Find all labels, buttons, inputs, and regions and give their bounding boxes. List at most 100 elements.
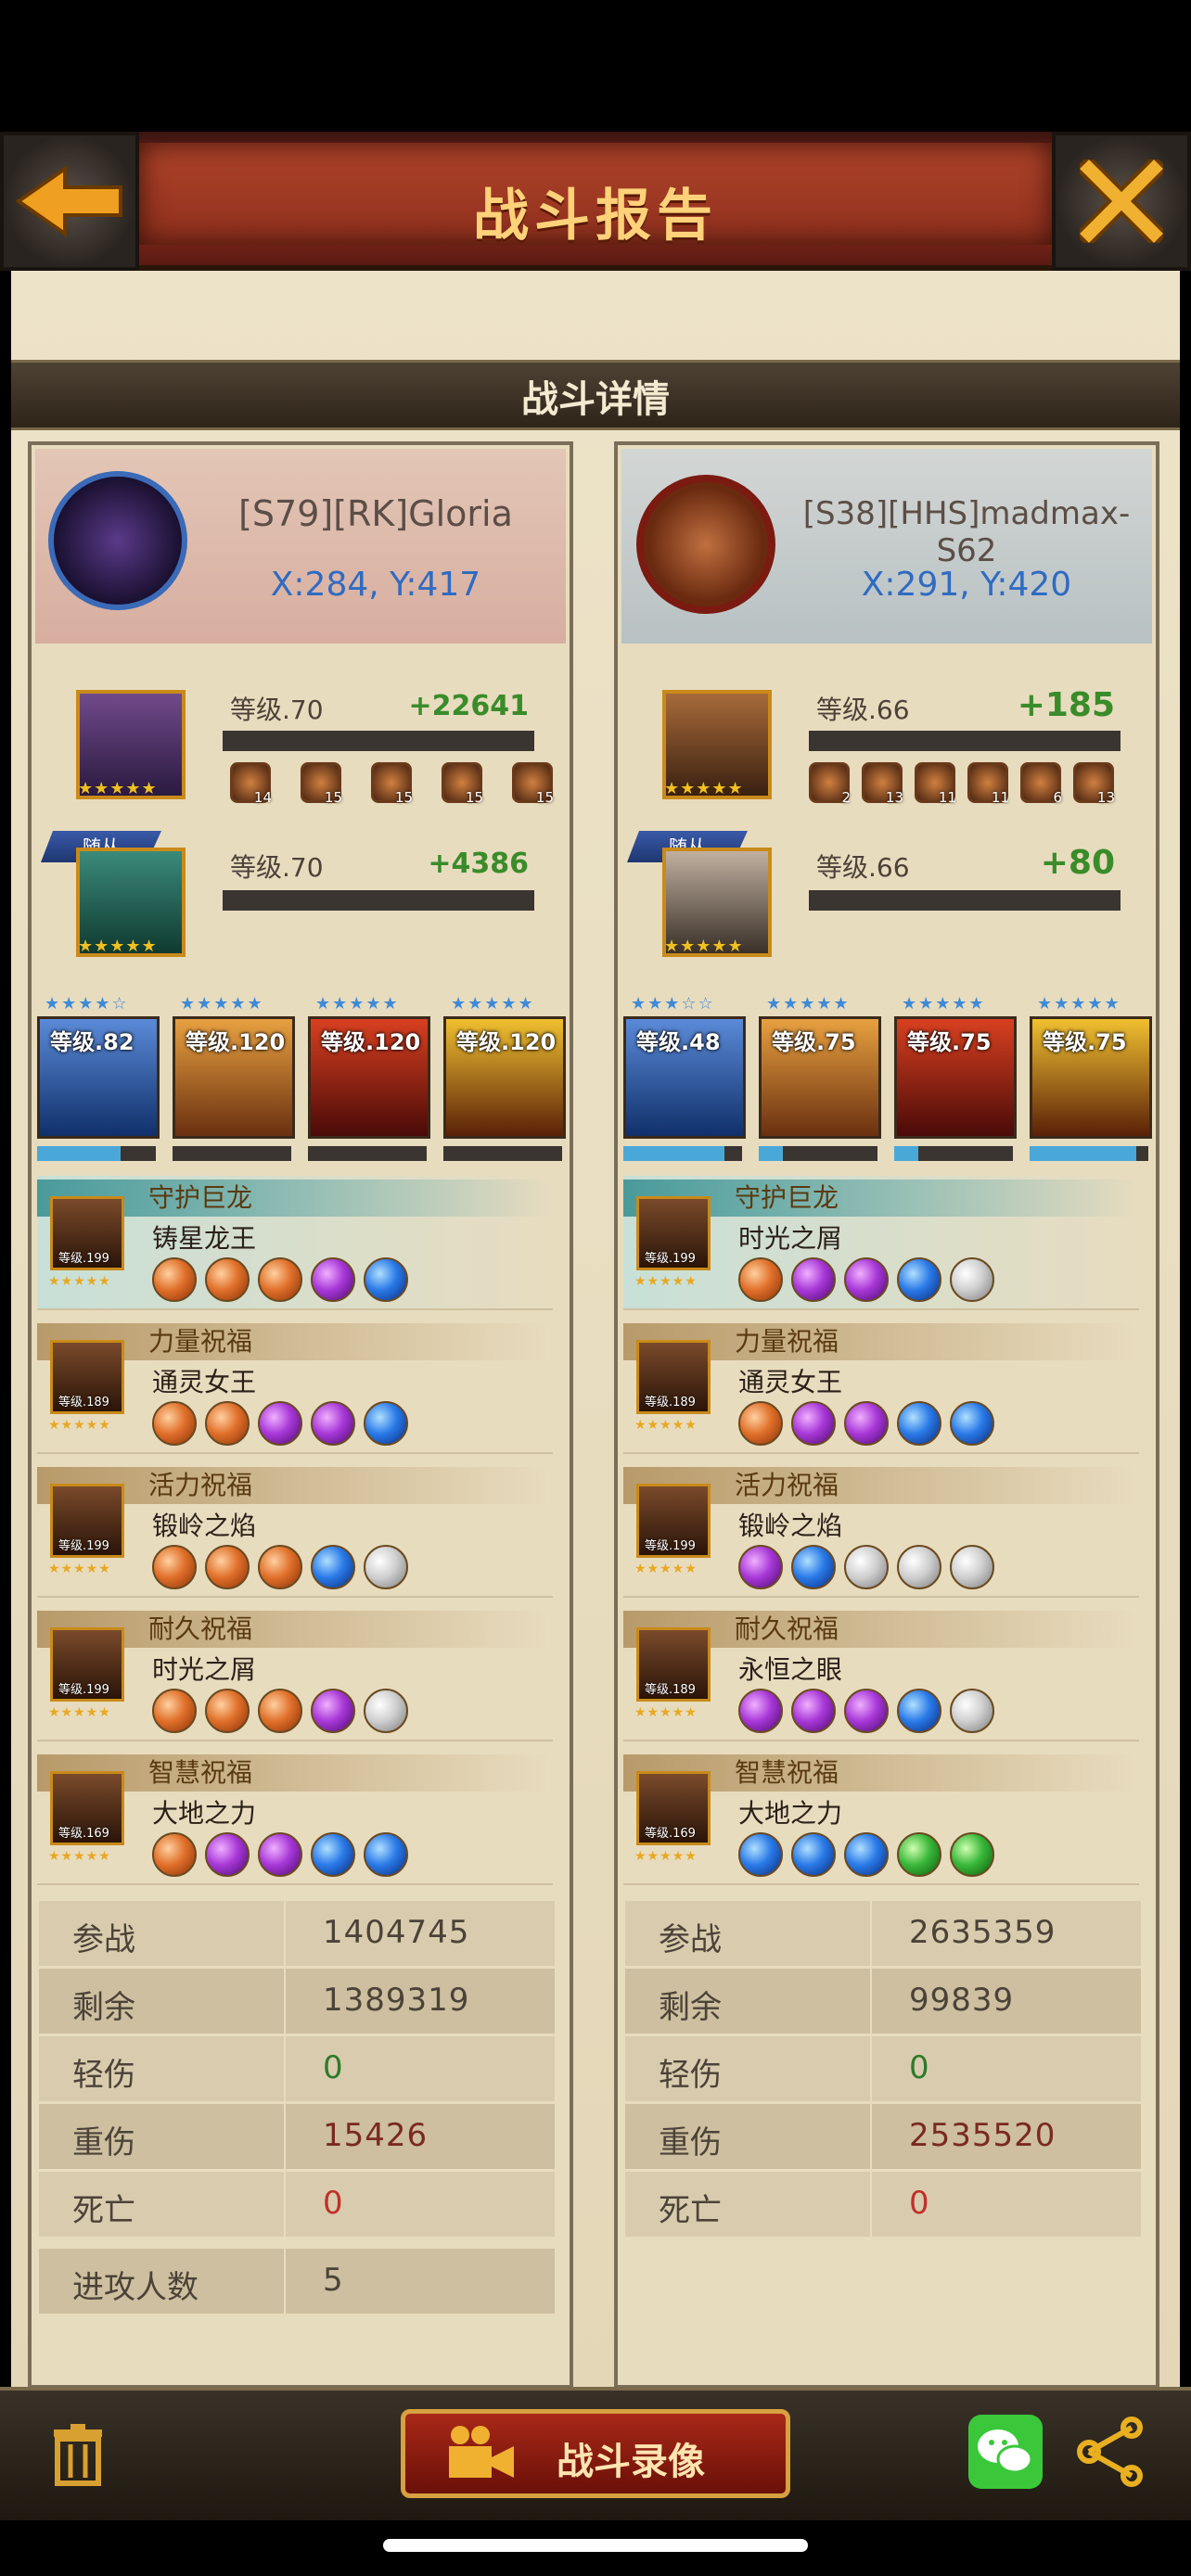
equipment-slot[interactable]: 2: [809, 762, 851, 806]
dragon-portrait[interactable]: 等级.189: [636, 1340, 711, 1414]
equipment-slot[interactable]: 15: [301, 762, 342, 806]
gem-slot[interactable]: [738, 1832, 783, 1877]
gem-slot[interactable]: [791, 1257, 836, 1302]
gem-slot[interactable]: [844, 1401, 889, 1446]
gem-slot[interactable]: [152, 1545, 197, 1589]
equipment-slot[interactable]: 13: [1073, 762, 1115, 806]
gem-slot[interactable]: [844, 1257, 889, 1302]
gem-slot[interactable]: [152, 1832, 197, 1877]
equipment-slot[interactable]: 11: [967, 762, 1009, 806]
troop-level: 等级.75: [772, 1029, 856, 1055]
gem-slot[interactable]: [258, 1257, 302, 1302]
equipment-slot[interactable]: 14: [230, 762, 272, 806]
dragon-portrait[interactable]: 等级.169: [50, 1771, 124, 1845]
troop-exp-bar: [37, 1146, 156, 1161]
stat-value: 2635359: [909, 1914, 1057, 1951]
equipment-slot[interactable]: 13: [862, 762, 903, 806]
home-indicator[interactable]: [383, 2539, 808, 2552]
attacker-coords[interactable]: X:284, Y:417: [213, 566, 538, 604]
gem-slot[interactable]: [897, 1401, 941, 1446]
gem-slot[interactable]: [844, 1545, 889, 1589]
gem-slot[interactable]: [258, 1832, 302, 1877]
wechat-share-button[interactable]: [968, 2415, 1043, 2489]
gem-slot[interactable]: [311, 1257, 355, 1302]
dragon-portrait[interactable]: 等级.189: [636, 1627, 711, 1702]
equipment-slot[interactable]: 11: [915, 762, 956, 806]
equipment-level: 15: [324, 789, 342, 806]
gem-slot[interactable]: [364, 1832, 408, 1877]
dragon-stars: ★★★★★: [48, 1274, 111, 1289]
attacker-avatar[interactable]: [48, 471, 187, 610]
dragon-level: 等级.199: [58, 1683, 109, 1697]
gem-slot[interactable]: [950, 1545, 994, 1589]
defender-coords[interactable]: X:291, Y:420: [790, 566, 1143, 604]
stat-label: 进攻人数: [72, 2269, 198, 2306]
gem-slot[interactable]: [258, 1689, 302, 1733]
gem-slot[interactable]: [897, 1545, 941, 1589]
gem-slot[interactable]: [152, 1257, 197, 1302]
attacker-hero-exp-gain: +22641: [408, 690, 529, 722]
equipment-slot[interactable]: 15: [442, 762, 483, 806]
equipment-level: 15: [465, 789, 483, 806]
gem-slot[interactable]: [950, 1401, 994, 1446]
dragon-portrait[interactable]: 等级.199: [50, 1627, 124, 1702]
gem-slot[interactable]: [738, 1689, 783, 1733]
gem-slot[interactable]: [897, 1257, 941, 1302]
troop-exp-bar: [623, 1146, 742, 1161]
dragon-level: 等级.189: [645, 1396, 696, 1409]
share-button[interactable]: [1076, 2417, 1146, 2491]
gem-slot[interactable]: [950, 1689, 994, 1733]
gem-slot[interactable]: [950, 1257, 994, 1302]
delete-button[interactable]: [50, 2422, 106, 2491]
gem-slot[interactable]: [258, 1401, 302, 1446]
gem-slot[interactable]: [738, 1257, 783, 1302]
equipment-slot[interactable]: 15: [512, 762, 554, 806]
gem-slot[interactable]: [364, 1689, 408, 1733]
gem-slot[interactable]: [738, 1545, 783, 1589]
gem-slot[interactable]: [950, 1832, 994, 1877]
dragon-level: 等级.189: [58, 1396, 109, 1409]
gem-slot[interactable]: [364, 1257, 408, 1302]
gem-slot[interactable]: [205, 1257, 250, 1302]
dragon-name: 铸星龙王: [152, 1223, 257, 1254]
gem-slot[interactable]: [897, 1832, 941, 1877]
gem-slot[interactable]: [791, 1689, 836, 1733]
gem-slot[interactable]: [205, 1401, 250, 1446]
gem-slot[interactable]: [844, 1832, 889, 1877]
dragon-portrait[interactable]: 等级.169: [636, 1771, 711, 1845]
dragon-portrait[interactable]: 等级.199: [50, 1484, 124, 1558]
gem-slot[interactable]: [311, 1545, 355, 1589]
dragon-name: 永恒之眼: [738, 1654, 843, 1685]
troop-level: 等级.120: [186, 1029, 286, 1055]
gem-slot[interactable]: [364, 1401, 408, 1446]
defender-avatar[interactable]: [636, 475, 775, 614]
stat-label: 死亡: [659, 2192, 722, 2229]
gem-slot[interactable]: [311, 1832, 355, 1877]
attacker-follower-stars: ★★★★★: [78, 937, 158, 956]
dragon-portrait[interactable]: 等级.189: [50, 1340, 124, 1414]
equipment-slot[interactable]: 6: [1020, 762, 1062, 806]
gem-slot[interactable]: [205, 1545, 250, 1589]
gem-slot[interactable]: [152, 1689, 197, 1733]
gem-slot[interactable]: [738, 1401, 783, 1446]
gem-slot[interactable]: [152, 1401, 197, 1446]
gem-slot[interactable]: [205, 1832, 250, 1877]
gem-slot[interactable]: [791, 1832, 836, 1877]
gem-slot[interactable]: [364, 1545, 408, 1589]
gem-slot[interactable]: [791, 1401, 836, 1446]
dragon-portrait[interactable]: 等级.199: [636, 1484, 711, 1558]
gem-slot[interactable]: [897, 1689, 941, 1733]
gem-slot[interactable]: [205, 1689, 250, 1733]
dragon-stars: ★★★★★: [48, 1562, 111, 1576]
gem-slot[interactable]: [258, 1545, 302, 1589]
gem-slot[interactable]: [844, 1689, 889, 1733]
troop-exp-fill: [1030, 1146, 1136, 1161]
gem-slot[interactable]: [311, 1689, 355, 1733]
gem-slot[interactable]: [791, 1545, 836, 1589]
dragon-portrait[interactable]: 等级.199: [636, 1196, 711, 1270]
dragon-portrait[interactable]: 等级.199: [50, 1196, 124, 1270]
equipment-slot[interactable]: 15: [371, 762, 413, 806]
defender-hero-exp-bar: [809, 731, 1121, 751]
gem-slot[interactable]: [311, 1401, 355, 1446]
equipment-level: 14: [253, 789, 272, 806]
